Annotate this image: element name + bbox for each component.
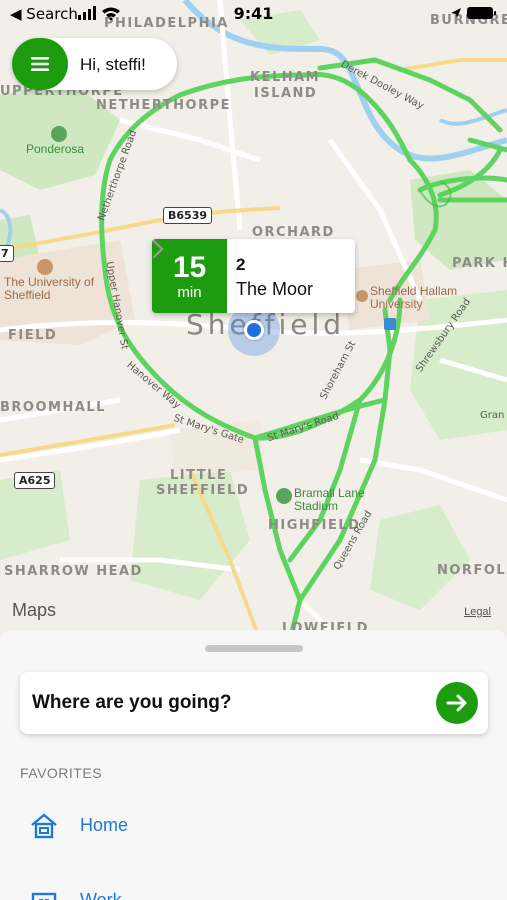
apple-maps-logo: Maps xyxy=(12,600,57,620)
home-icon xyxy=(31,813,57,839)
work-icon xyxy=(31,892,57,900)
clock: 9:41 xyxy=(233,4,274,23)
road-shield-7: 7 xyxy=(0,245,14,262)
transit-icon xyxy=(384,318,396,330)
location-arrow-icon xyxy=(451,8,461,18)
district-label-sheffield: SHEFFIELD xyxy=(156,483,250,498)
road-shield-b6539: B6539 xyxy=(163,207,212,224)
status-bar: ◀ Search 9:41 xyxy=(0,0,507,28)
destination-search-field[interactable]: Where are you going? xyxy=(20,672,488,734)
current-location-icon xyxy=(244,320,264,340)
university-icon xyxy=(37,259,53,275)
district-label-norfolk: NORFOLK xyxy=(437,563,507,578)
departure-card[interactable]: 15 min 2 The Moor xyxy=(152,239,355,313)
favorite-label-home: Home xyxy=(80,815,129,835)
destination-search-placeholder: Where are you going? xyxy=(32,692,232,713)
road-shield-a625: A625 xyxy=(14,472,56,489)
favorite-item-work[interactable]: Work xyxy=(20,882,488,900)
poi-university-of-sheffield[interactable]: The University of Sheffield xyxy=(4,276,104,302)
greeting-bubble: Hi, steffi! xyxy=(12,38,177,90)
district-label-park-hill: PARK H xyxy=(452,256,507,271)
street-gran: Gran xyxy=(480,410,505,421)
greeting-text: Hi, steffi! xyxy=(80,55,146,74)
district-label-island: ISLAND xyxy=(254,86,318,101)
arrow-right-icon xyxy=(446,694,467,712)
favorite-item-home[interactable]: Home xyxy=(20,807,488,847)
park-icon xyxy=(51,126,67,142)
status-right-icons xyxy=(449,6,497,25)
departure-stop-name: The Moor xyxy=(236,279,314,299)
district-label-kelham: KELHAM xyxy=(250,70,321,85)
poi-ponderosa[interactable]: Ponderosa xyxy=(26,143,84,156)
hamburger-icon xyxy=(31,57,49,71)
battery-icon xyxy=(467,7,493,19)
legal-link[interactable]: Legal xyxy=(464,606,491,618)
district-label-field: FIELD xyxy=(8,328,58,343)
university-icon xyxy=(356,290,368,302)
poi-bramall-lane[interactable]: Bramall Lane Stadium xyxy=(294,487,374,513)
sheet-grabber-handle[interactable] xyxy=(205,645,303,652)
district-label-netherthorpe: NETHERTHORPE xyxy=(96,98,232,113)
district-label-highfield: HIGHFIELD xyxy=(268,518,361,533)
departure-line-number: 2 xyxy=(236,255,246,274)
district-label-sharrow-head: SHARROW HEAD xyxy=(4,564,143,579)
district-label-orchard: ORCHARD xyxy=(252,225,335,240)
bottom-sheet[interactable]: Where are you going? FAVORITES Home Work xyxy=(0,630,507,900)
menu-button[interactable] xyxy=(12,38,68,90)
map-view[interactable]: PHILADELPHIA BURNGREA KELHAM ISLAND UPPE… xyxy=(0,0,507,640)
chevron-right-icon xyxy=(152,239,164,259)
district-label-little: LITTLE xyxy=(170,468,228,483)
location-battery-icons xyxy=(451,7,496,19)
departure-minutes-unit: min xyxy=(177,284,202,301)
district-label-broomhall: BROOMHALL xyxy=(0,400,106,415)
search-go-button[interactable] xyxy=(436,682,478,724)
favorites-header: FAVORITES xyxy=(20,765,103,781)
stadium-icon xyxy=(276,488,292,504)
favorite-label-work: Work xyxy=(80,890,122,900)
